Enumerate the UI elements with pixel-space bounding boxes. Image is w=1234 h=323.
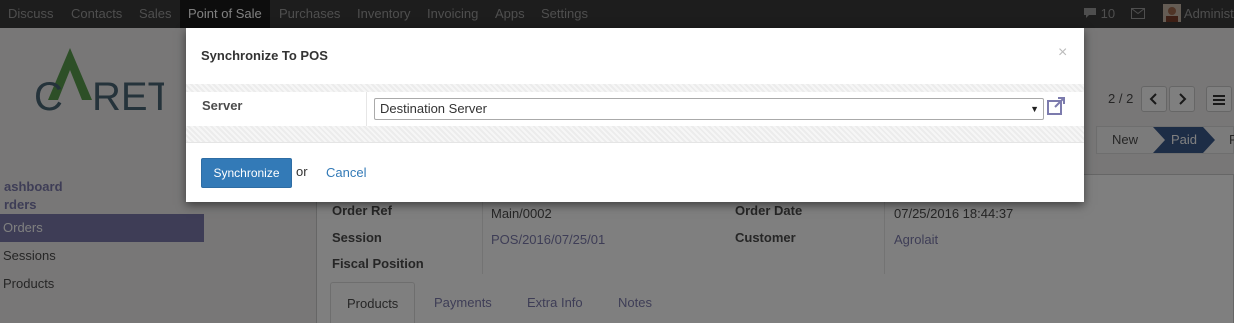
dialog-title: Synchronize To POS	[201, 48, 328, 63]
field-separator	[366, 92, 367, 126]
cancel-button[interactable]: Cancel	[326, 165, 366, 180]
caret-down-icon: ▼	[1030, 104, 1039, 114]
server-row: Server Destination Server ▼	[186, 92, 1084, 126]
or-text: or	[296, 164, 308, 179]
close-icon[interactable]: ×	[1058, 44, 1067, 62]
synchronize-dialog: Synchronize To POS × Server Destination …	[186, 28, 1084, 202]
server-select-value: Destination Server	[380, 101, 487, 116]
external-link-icon[interactable]	[1046, 96, 1066, 116]
hatch-top	[186, 84, 1084, 92]
dialog-footer: Synchronize or Cancel	[186, 142, 1084, 202]
server-label: Server	[202, 98, 243, 113]
synchronize-button[interactable]: Synchronize	[201, 158, 292, 188]
hatch-bottom	[186, 126, 1084, 142]
server-select[interactable]: Destination Server ▼	[374, 98, 1044, 120]
